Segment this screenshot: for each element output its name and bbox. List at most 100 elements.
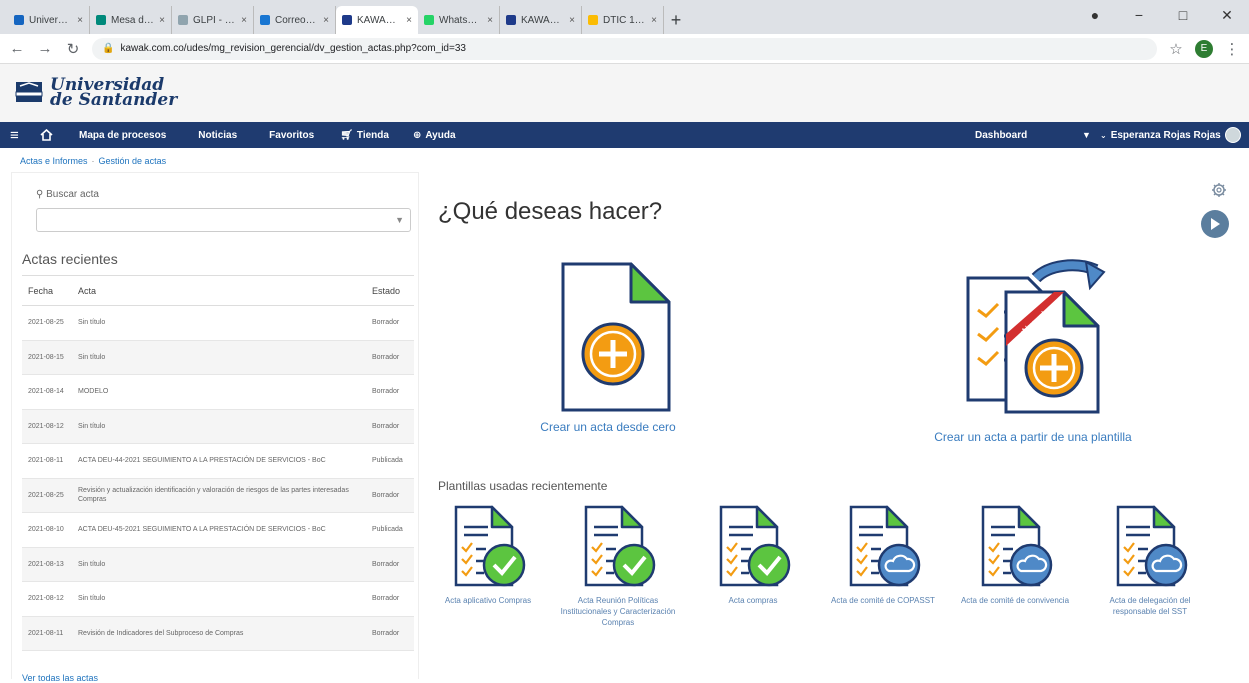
template-card[interactable]: Acta de comité de COPASST: [823, 505, 943, 606]
tab-close-icon[interactable]: ×: [651, 15, 657, 26]
table-row[interactable]: 2021-08-11 Revisión de Indicadores del Su…: [22, 616, 414, 651]
template-check-icon: [584, 505, 656, 587]
cell-date: 2021-08-10: [22, 512, 72, 548]
breadcrumb-current[interactable]: Gestión de actas: [99, 156, 167, 166]
play-tutorial-button[interactable]: [1201, 210, 1229, 238]
table-row[interactable]: 2021-08-15 Sin título Borrador: [22, 340, 414, 375]
column-date[interactable]: Fecha: [22, 275, 72, 306]
table-row[interactable]: 2021-08-10 ACTA DEU-45-2021 SEGUIMIENTO A…: [22, 512, 414, 548]
browser-menu-icon[interactable]: ⋮: [1223, 40, 1241, 58]
nav-process-map[interactable]: Mapa de procesos: [69, 130, 176, 141]
table-header-row: Fecha Acta Estado: [22, 275, 414, 306]
gear-icon[interactable]: [1211, 182, 1227, 198]
table-row[interactable]: 2021-08-12 Sin título Borrador: [22, 581, 414, 617]
create-blank-act-option[interactable]: Crear un acta desde cero: [540, 260, 678, 434]
cell-status: Borrador: [366, 340, 414, 375]
template-card[interactable]: Acta de delegación del responsable del S…: [1090, 505, 1210, 617]
nav-news[interactable]: Noticias: [188, 130, 247, 141]
url-field[interactable]: 🔒 kawak.com.co/udes/mg_revision_gerencia…: [92, 37, 1157, 60]
university-logo[interactable]: Universidad de Santander: [14, 77, 178, 110]
minimize-button[interactable]: −: [1117, 7, 1161, 23]
bookmark-star-icon[interactable]: ☆: [1167, 40, 1185, 58]
cell-date: 2021-08-11: [22, 616, 72, 651]
blank-document-icon: [561, 262, 671, 412]
template-card[interactable]: Acta Reunión Políticas Institucionales y…: [558, 505, 678, 628]
column-act[interactable]: Acta: [72, 275, 366, 306]
table-row[interactable]: 2021-08-12 Sin título Borrador: [22, 409, 414, 444]
reload-button[interactable]: ↻: [64, 40, 82, 58]
search-input[interactable]: ▼: [36, 208, 411, 232]
chevron-down-icon[interactable]: ▼: [1082, 130, 1091, 140]
column-status[interactable]: Estado: [366, 275, 414, 306]
tab-close-icon[interactable]: ×: [406, 15, 412, 26]
profile-avatar[interactable]: E: [1195, 39, 1213, 58]
browser-tab[interactable]: Universidad de Sa ×: [8, 6, 90, 34]
table-row[interactable]: 2021-08-25 Revisión y actualización ident…: [22, 478, 414, 513]
template-card[interactable]: Acta aplicativo Compras: [428, 505, 548, 606]
tab-close-icon[interactable]: ×: [241, 15, 247, 26]
address-bar-row: ← → ↻ 🔒 kawak.com.co/udes/mg_revision_ge…: [0, 34, 1249, 64]
logo-line-2: de Santander: [50, 90, 178, 110]
cell-date: 2021-08-25: [22, 478, 72, 513]
table-row[interactable]: 2021-08-14 MODELO Borrador: [22, 374, 414, 410]
cell-status: Publicada: [366, 443, 414, 479]
browser-tab[interactable]: WhatsApp ×: [418, 6, 500, 34]
table-row[interactable]: 2021-08-13 Sin título Borrador: [22, 547, 414, 582]
cell-date: 2021-08-25: [22, 305, 72, 341]
browser-tab[interactable]: Correo: Esperanza ×: [254, 6, 336, 34]
view-all-link[interactable]: Ver todas las actas: [22, 673, 98, 683]
breadcrumb-parent[interactable]: Actas e Informes: [20, 156, 88, 166]
nav-store[interactable]: 🛒︎ Tienda: [330, 130, 399, 141]
tab-favicon-icon: [260, 15, 270, 25]
create-blank-act-label[interactable]: Crear un acta desde cero: [538, 420, 678, 434]
hamburger-menu-icon[interactable]: ≡: [0, 127, 30, 144]
browser-tab-strip: Universidad de Sa×Mesa de Ayuda×GLPI - I…: [0, 0, 1249, 34]
new-tab-button[interactable]: +: [664, 6, 688, 34]
template-label[interactable]: Acta aplicativo Compras: [428, 595, 548, 606]
maximize-button[interactable]: □: [1161, 7, 1205, 23]
browser-tab[interactable]: KAWAK - UDES ×: [336, 6, 418, 34]
create-from-template-label[interactable]: Crear un acta a partir de una plantilla: [918, 430, 1148, 444]
template-label[interactable]: Acta de delegación del responsable del S…: [1090, 595, 1210, 617]
record-icon[interactable]: ●: [1073, 7, 1117, 23]
browser-tab[interactable]: Mesa de Ayuda ×: [90, 6, 172, 34]
cell-date: 2021-08-13: [22, 547, 72, 582]
create-from-template-option[interactable]: ¡Nuevo! Crear un acta a partir de una pl…: [918, 250, 1148, 444]
browser-tab[interactable]: KAWAK - UDES ×: [500, 6, 582, 34]
user-avatar: [1224, 127, 1241, 143]
home-icon[interactable]: [30, 129, 63, 141]
search-icon: ⚲: [36, 189, 44, 200]
template-cloud-icon: [849, 505, 921, 587]
back-button[interactable]: ←: [8, 40, 26, 57]
template-card[interactable]: Acta de comité de convivencia: [955, 505, 1075, 606]
tab-close-icon[interactable]: ×: [569, 15, 575, 26]
template-document-icon: ¡Nuevo!: [966, 259, 1106, 414]
chevron-down-icon: ▼: [395, 215, 404, 225]
left-panel: ⚲ Buscar acta ▼ Actas recientes Fecha Ac…: [11, 172, 419, 683]
nav-favorites[interactable]: Favoritos: [259, 130, 324, 141]
dashboard-menu[interactable]: Dashboard: [975, 130, 1027, 141]
browser-tab[interactable]: GLPI - Interfaz ×: [172, 6, 254, 34]
close-window-button[interactable]: ✕: [1205, 7, 1249, 24]
tab-favicon-icon: [424, 15, 434, 25]
table-row[interactable]: 2021-08-11 ACTA DEU-44-2021 SEGUIMIENTO A…: [22, 443, 414, 479]
tab-close-icon[interactable]: ×: [323, 15, 329, 26]
browser-tab[interactable]: DTIC 185 DOCUMENT ×: [582, 6, 664, 34]
template-card[interactable]: Acta compras: [693, 505, 813, 606]
tab-close-icon[interactable]: ×: [159, 15, 165, 26]
tab-title: DTIC 185 DOCUMENT: [603, 14, 646, 26]
tab-close-icon[interactable]: ×: [77, 15, 83, 26]
cell-act: ACTA DEU-45-2021 SEGUIMIENTO A LA PRESTA…: [72, 512, 366, 548]
cell-status: Borrador: [366, 305, 414, 341]
template-label[interactable]: Acta de comité de COPASST: [823, 595, 943, 606]
template-label[interactable]: Acta Reunión Políticas Institucionales y…: [558, 595, 678, 628]
template-label[interactable]: Acta compras: [693, 595, 813, 606]
template-label[interactable]: Acta de comité de convivencia: [955, 595, 1075, 606]
template-cloud-icon: [981, 505, 1053, 587]
forward-button[interactable]: →: [36, 40, 54, 57]
tab-close-icon[interactable]: ×: [487, 15, 493, 26]
user-menu[interactable]: ⌄ Esperanza Rojas Rojas: [1100, 127, 1241, 143]
table-row[interactable]: 2021-08-25 Sin título Borrador: [22, 305, 414, 341]
nav-help[interactable]: ⊕ Ayuda: [403, 130, 466, 141]
cell-act: MODELO: [72, 374, 366, 410]
